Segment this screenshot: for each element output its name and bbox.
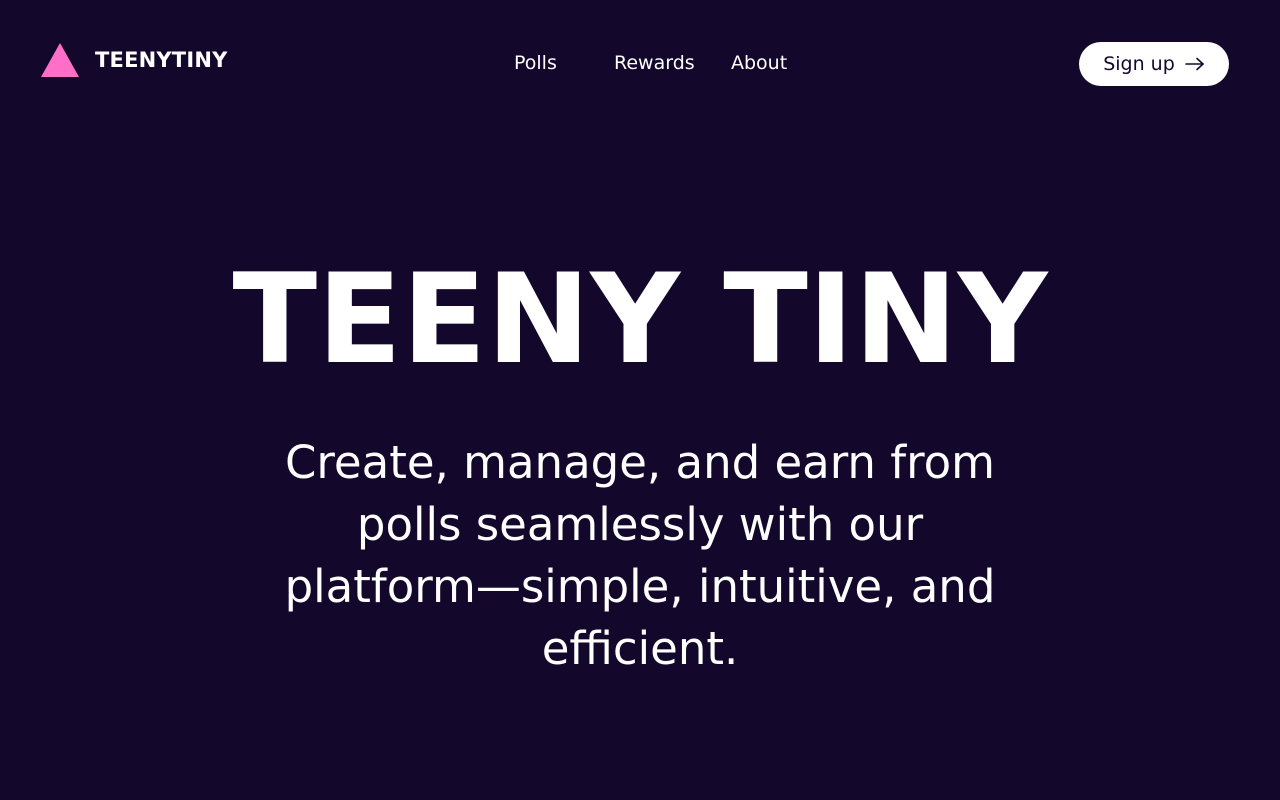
landing-page: TEENYTINY Polls Rewards About Sign up TE… bbox=[0, 0, 1280, 800]
hero-title: TEENY TINY bbox=[232, 248, 1048, 392]
arrow-right-icon bbox=[1184, 57, 1204, 71]
hero-section: TEENY TINY Create, manage, and earn from… bbox=[0, 250, 1280, 680]
navbar: TEENYTINY Polls Rewards About Sign up bbox=[0, 0, 1280, 126]
nav-link-rewards[interactable]: Rewards bbox=[614, 48, 695, 78]
sign-up-label: Sign up bbox=[1103, 53, 1175, 75]
hero-subtitle: Create, manage, and earn from polls seam… bbox=[284, 436, 996, 675]
sign-up-button[interactable]: Sign up bbox=[1079, 42, 1229, 86]
nav-link-polls[interactable]: Polls bbox=[514, 48, 557, 78]
nav-link-about[interactable]: About bbox=[731, 48, 787, 78]
